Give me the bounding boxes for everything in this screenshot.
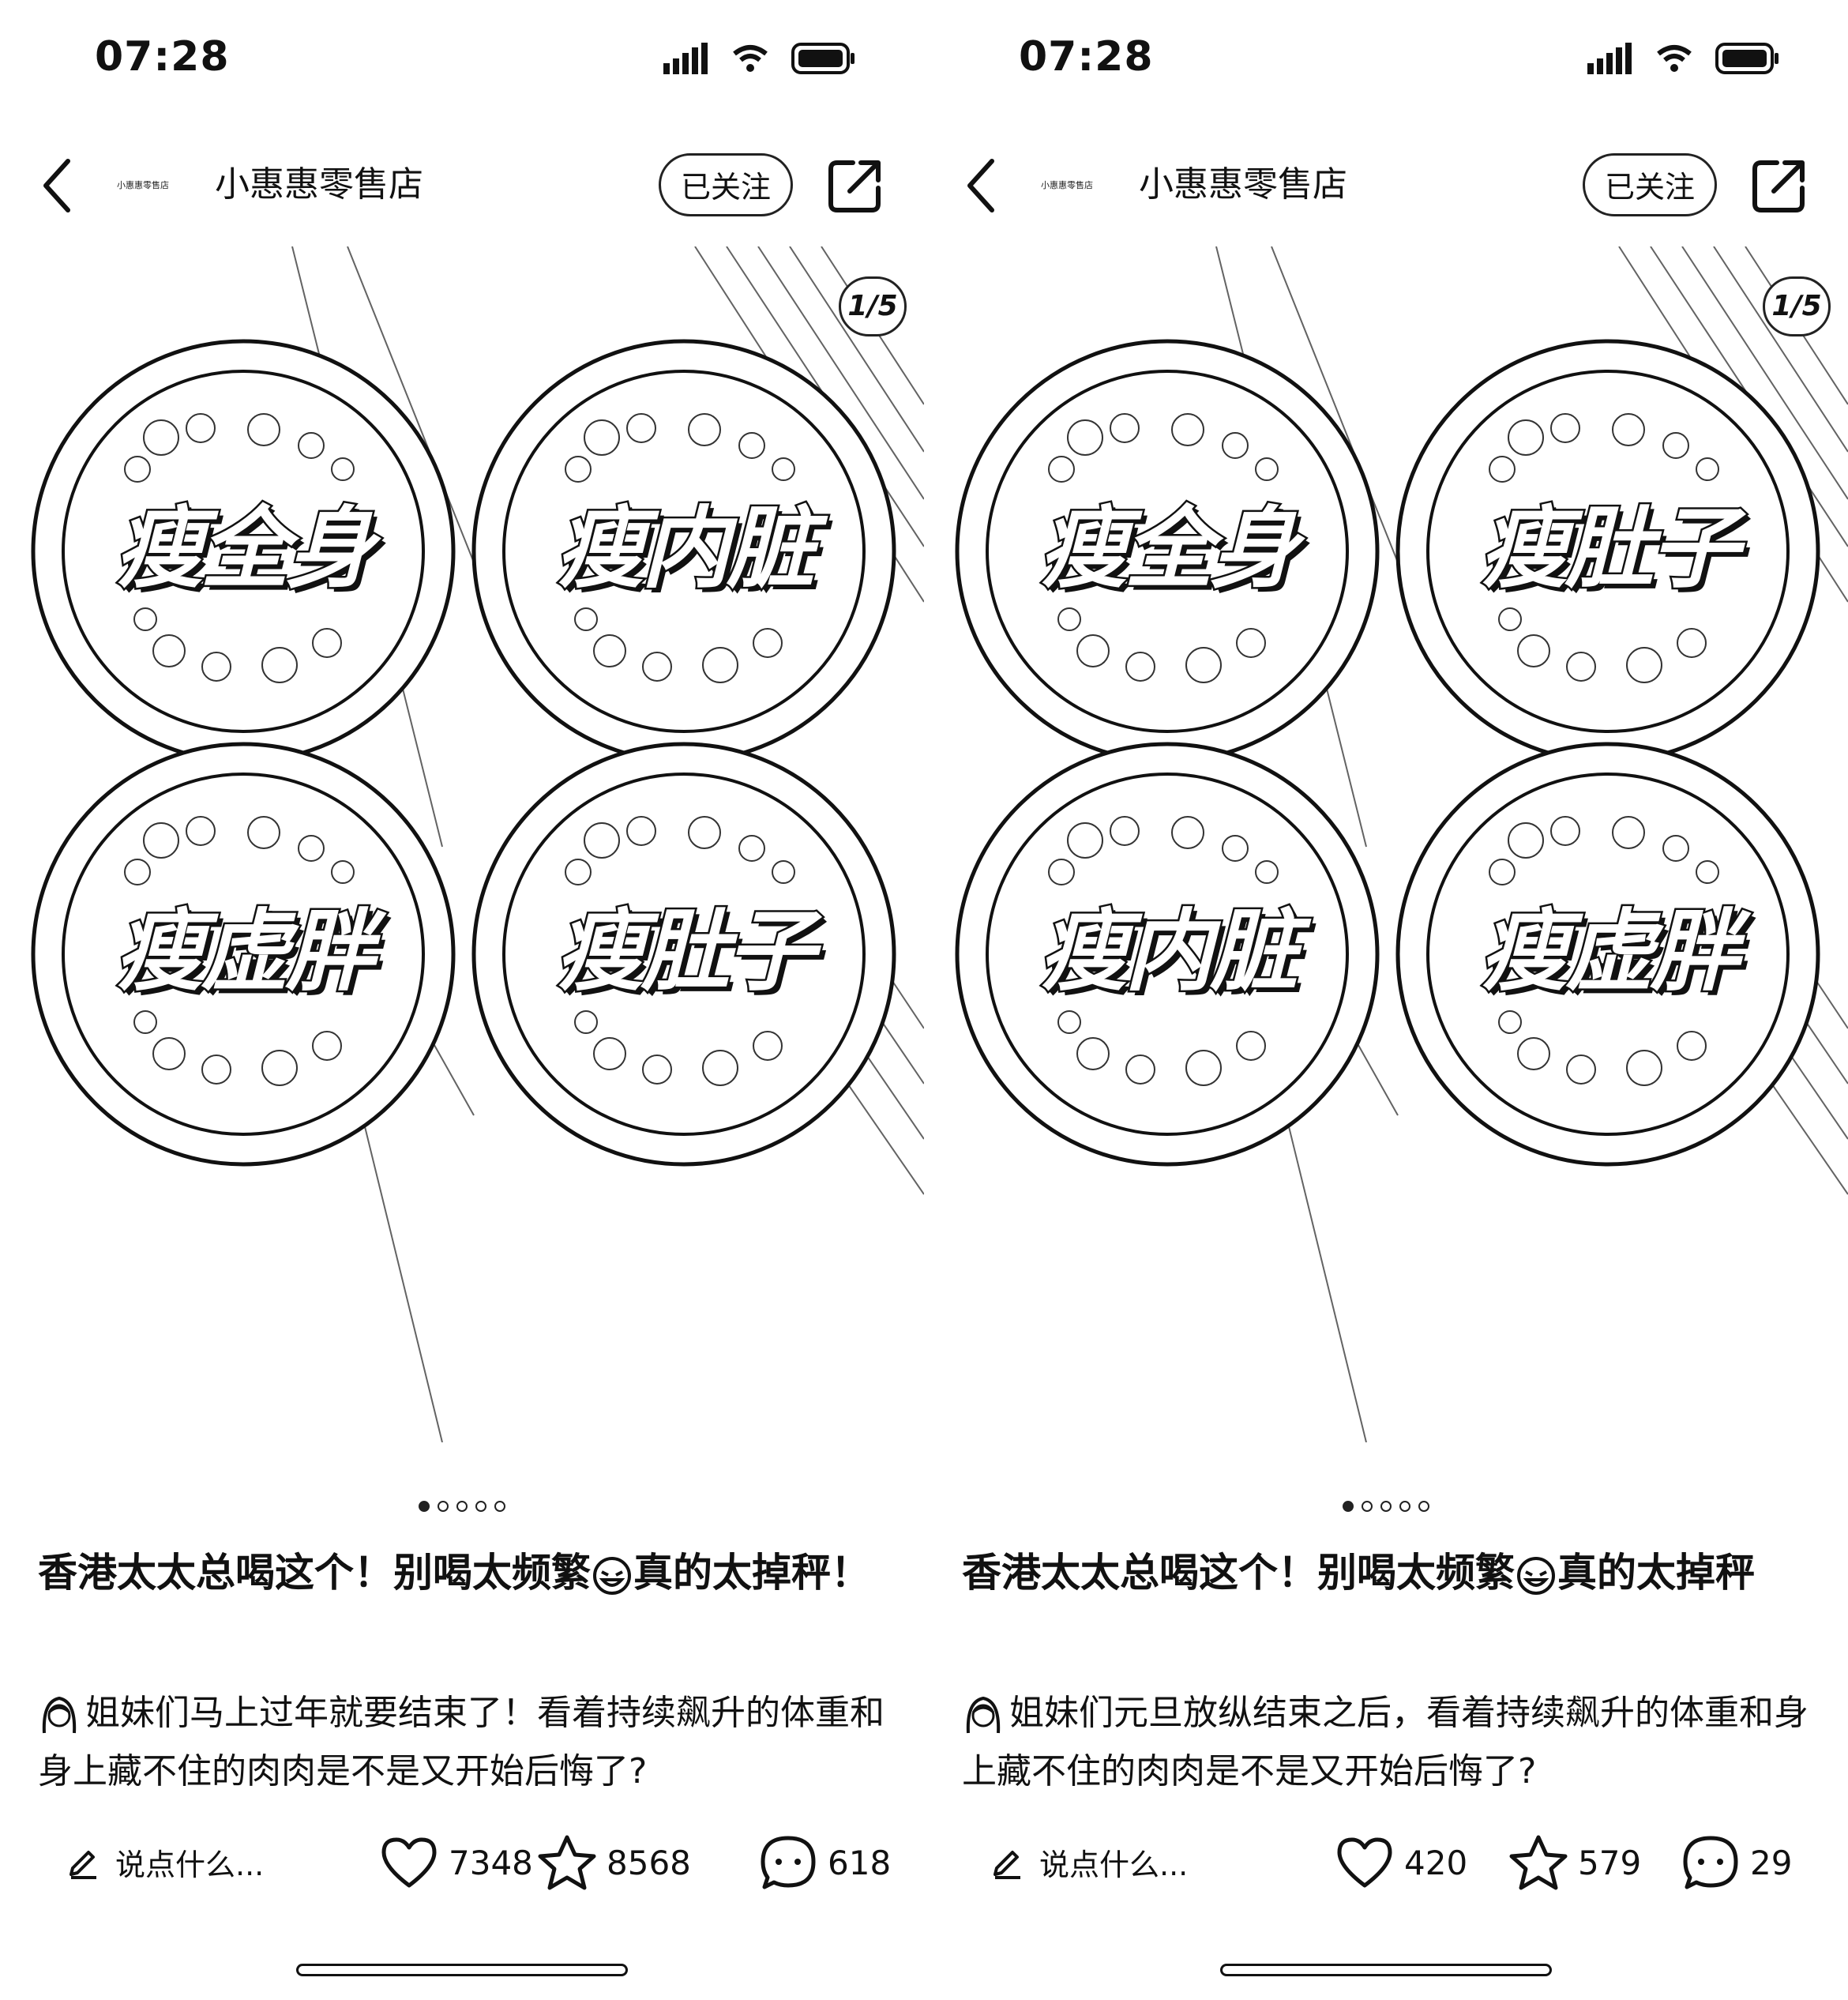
plate-label: 瘦全身 [1038, 496, 1301, 603]
like-count: 420 [1404, 1843, 1468, 1882]
comments-button[interactable]: 29 [1681, 1831, 1792, 1894]
post-title-part2: 真的太掉秤 [1557, 1550, 1755, 1596]
comment-input[interactable]: 说点什么... [990, 1836, 1188, 1888]
carousel-indicator [924, 1501, 1848, 1512]
woman-emoji-icon [966, 1696, 1001, 1734]
carousel-dot[interactable] [494, 1501, 505, 1512]
bottom-action-bar: 说点什么... 420 579 29 [924, 1818, 1848, 1905]
star-icon [538, 1835, 596, 1890]
plate-card: 瘦内脏 [951, 738, 1384, 1171]
carousel-dot[interactable] [456, 1501, 468, 1512]
carousel-dot[interactable] [475, 1501, 486, 1512]
post-title-part2: 真的太掉秤！ [633, 1550, 870, 1596]
plate-label: 瘦虚胖 [1478, 899, 1741, 1006]
carousel-dot[interactable] [419, 1501, 430, 1512]
carousel-indicator [0, 1501, 924, 1512]
battery-icon [791, 43, 855, 74]
battery-icon [1715, 43, 1779, 74]
home-indicator[interactable] [296, 1964, 628, 1976]
plate-card: 瘦虚胖 [27, 738, 460, 1171]
post-description[interactable]: 姐妹们马上过年就要结束了！看着持续飙升的体重和身上藏不住的肉肉是不是又开始后悔了… [38, 1684, 891, 1795]
laughing-emoji-icon [593, 1556, 631, 1595]
post-description[interactable]: 姐妹们元旦放纵结束之后，看着持续飙升的体重和身上藏不住的肉肉是不是又开始后悔了? [962, 1684, 1815, 1795]
screenshot-panel-left: 07:28 小惠惠零售店 小惠惠零售店 已关注 1/5 瘦全身 瘦内脏 瘦虚胖 … [0, 0, 924, 2000]
top-nav-bar: 小惠惠零售店 小惠惠零售店 已关注 [924, 142, 1848, 229]
carousel-dot[interactable] [1399, 1501, 1410, 1512]
wifi-icon [733, 45, 768, 72]
plate-label: 瘦肚子 [554, 899, 817, 1006]
plate-label: 瘦全身 [114, 496, 377, 603]
plate-label: 瘦肚子 [1478, 496, 1741, 603]
pencil-icon [993, 1851, 1020, 1879]
status-time: 07:28 [95, 33, 230, 81]
post-description-text: 姐妹们马上过年就要结束了！看着持续飙升的体重和身上藏不住的肉肉是不是又开始后悔了… [38, 1693, 885, 1791]
plate-card: 瘦全身 [27, 335, 460, 768]
plate-label: 瘦内脏 [554, 496, 817, 603]
plate-card: 瘦全身 [951, 335, 1384, 768]
screenshot-panel-right: 07:28 小惠惠零售店 小惠惠零售店 已关注 1/5 瘦全身 瘦肚子 瘦内脏 … [924, 0, 1848, 2000]
laughing-emoji-icon [1517, 1556, 1555, 1595]
favorite-button[interactable]: 8568 [537, 1831, 691, 1894]
comments-button[interactable]: 618 [758, 1831, 891, 1894]
favorite-button[interactable]: 579 [1508, 1831, 1641, 1894]
share-icon[interactable] [826, 156, 885, 215]
comment-bubble-icon [761, 1836, 816, 1889]
comment-count: 29 [1750, 1843, 1793, 1882]
post-description-text: 姐妹们元旦放纵结束之后，看着持续飙升的体重和身上藏不住的肉肉是不是又开始后悔了? [962, 1693, 1809, 1791]
post-title: 香港太太总喝这个！别喝太频繁 真的太掉秤 [962, 1540, 1815, 1605]
post-title-part1: 香港太太总喝这个！别喝太频繁 [962, 1550, 1515, 1596]
woman-emoji-icon [42, 1696, 77, 1734]
plate-card: 瘦虚胖 [1392, 738, 1824, 1171]
carousel-dot[interactable] [438, 1501, 449, 1512]
carousel-dot[interactable] [1362, 1501, 1373, 1512]
comment-count: 618 [828, 1843, 892, 1882]
carousel-dot[interactable] [1380, 1501, 1392, 1512]
star-icon [1509, 1835, 1568, 1890]
post-image-carousel[interactable]: 1/5 瘦全身 瘦肚子瘦内脏 瘦虚胖 [924, 246, 1848, 1442]
comment-input[interactable]: 说点什么... [66, 1836, 264, 1888]
status-icons [663, 43, 856, 74]
like-count: 7348 [449, 1843, 533, 1882]
status-time: 07:28 [1019, 33, 1154, 81]
favorite-count: 8568 [607, 1843, 691, 1882]
carousel-dot[interactable] [1343, 1501, 1354, 1512]
image-counter-badge: 1/5 [1763, 276, 1831, 336]
like-button[interactable]: 7348 [379, 1831, 533, 1894]
signal-icon [1587, 43, 1632, 74]
plate-label: 瘦内脏 [1038, 899, 1301, 1006]
share-icon[interactable] [1750, 156, 1809, 215]
top-nav-bar: 小惠惠零售店 小惠惠零售店 已关注 [0, 142, 924, 229]
post-title: 香港太太总喝这个！别喝太频繁 真的太掉秤！ [38, 1540, 891, 1605]
heart-icon [1337, 1837, 1392, 1888]
back-arrow-icon[interactable] [962, 156, 1001, 215]
bottom-action-bar: 说点什么... 7348 8568 618 [0, 1818, 924, 1905]
follow-button[interactable]: 已关注 [1583, 153, 1717, 216]
carousel-dot[interactable] [1418, 1501, 1429, 1512]
plate-card: 瘦内脏 [468, 335, 900, 768]
shop-name[interactable]: 小惠惠零售店 [1139, 160, 1347, 210]
shop-logo[interactable]: 小惠惠零售店 [1041, 172, 1107, 199]
home-indicator[interactable] [1220, 1964, 1552, 1976]
heart-icon [381, 1837, 437, 1888]
image-counter-badge: 1/5 [839, 276, 907, 336]
shop-logo[interactable]: 小惠惠零售店 [117, 172, 183, 199]
back-arrow-icon[interactable] [38, 156, 77, 215]
status-icons [1587, 43, 1780, 74]
comment-bubble-icon [1683, 1836, 1738, 1889]
shop-name[interactable]: 小惠惠零售店 [215, 160, 423, 210]
follow-button[interactable]: 已关注 [659, 153, 793, 216]
plate-label: 瘦虚胖 [114, 899, 377, 1006]
pencil-icon [69, 1851, 96, 1879]
signal-icon [663, 43, 708, 74]
post-title-part1: 香港太太总喝这个！别喝太频繁 [38, 1550, 591, 1596]
favorite-count: 579 [1578, 1843, 1642, 1882]
comment-placeholder: 说点什么... [1039, 1847, 1189, 1882]
comment-placeholder: 说点什么... [115, 1847, 265, 1882]
post-image-carousel[interactable]: 1/5 瘦全身 瘦内脏瘦虚胖 瘦肚子 [0, 246, 924, 1442]
plate-card: 瘦肚子 [468, 738, 900, 1171]
wifi-icon [1657, 45, 1692, 72]
like-button[interactable]: 420 [1335, 1831, 1467, 1894]
plate-card: 瘦肚子 [1392, 335, 1824, 768]
